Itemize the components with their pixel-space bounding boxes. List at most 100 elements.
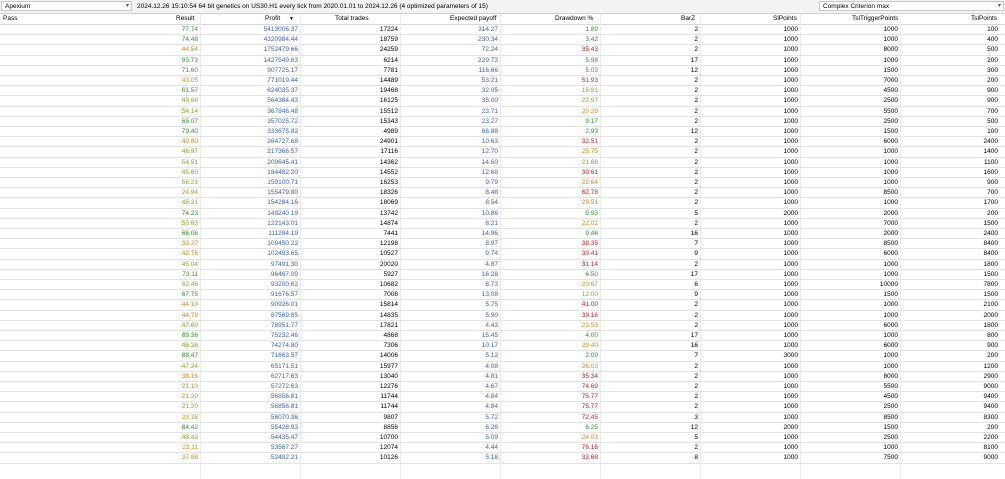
cell-slpoints: 1000 <box>783 250 798 258</box>
table-row[interactable]: 22.11 53567.27 12074 4.44 76.16 2 1000 1000 8100 <box>0 443 1005 454</box>
cell-slpoints: 1000 <box>783 434 798 441</box>
table-row[interactable]: 21.10 57272.63 12276 4.67 74.69 2 1000 5500 9000 <box>0 382 1005 393</box>
column-header-barz[interactable]: BarZ <box>681 14 695 24</box>
table-row[interactable]: 45.04 97491.30 20020 4.87 31.14 2 1000 1000 1800 <box>0 260 1005 270</box>
table-row[interactable]: 74.23 149240.19 13742 10.86 9.93 5 2000 2000 200 <box>0 209 1005 219</box>
cell-slpoints: 2000 <box>783 209 798 217</box>
table-row[interactable]: 37.98 52492.21 10126 5.18 33.68 8 1000 7500 9000 <box>0 453 1005 464</box>
table-row[interactable]: 88.47 71663.57 14006 5.12 2.09 7 3000 1000 200 <box>0 351 1005 362</box>
table-row[interactable]: 77.74 5413006.37 17224 314.27 1.89 2 1000 1000 1… <box>0 25 1005 36</box>
expert-select[interactable]: Apexium ▾ <box>1 1 132 11</box>
table-row[interactable]: 43.05 771019.44 14489 53.21 51.93 2 1000 7000 20… <box>0 76 1005 87</box>
table-row[interactable]: 45.60 184482.20 14552 12.68 30.61 2 1000 1000 16… <box>0 168 1005 178</box>
column-header-result[interactable]: Result <box>176 14 194 24</box>
cell-drawdown: 9.17 <box>585 117 598 125</box>
cell-profit: 1752479.66 <box>263 46 298 54</box>
results-table-body: 77.74 5413006.37 17224 314.27 1.89 2 1000 1000 1… <box>0 25 1005 479</box>
table-row[interactable]: 71.60 907725.17 7781 116.66 5.03 12 1000 1500 30… <box>0 66 1005 76</box>
table-row[interactable]: 46.97 217366.57 17116 12.70 25.75 2 1000 1000 14… <box>0 147 1005 158</box>
chevron-down-icon: ▾ <box>997 3 1001 9</box>
table-row[interactable]: 45.31 154284.16 18069 8.54 29.51 2 1000 1000 170… <box>0 198 1005 209</box>
table-row[interactable]: 44.79 87569.85 14835 5.90 39.16 2 1000 1000 2000 <box>0 311 1005 321</box>
column-header-expected-payoff[interactable]: Expected payoff <box>450 14 497 24</box>
table-row[interactable]: 47.60 78951.77 17821 4.43 23.53 2 1000 6000 1800 <box>0 321 1005 331</box>
cell-tslpoints: 200 <box>987 56 998 64</box>
cell-barz: 2 <box>694 301 698 309</box>
table-row[interactable]: 61.57 624035.37 19468 32.05 15.81 2 1000 4500 90… <box>0 86 1005 97</box>
cell-expected-payoff: 8.97 <box>485 240 498 248</box>
cell-tsltriggerpoints: 1500 <box>883 128 898 135</box>
column-header-pass[interactable]: Pass <box>3 14 17 24</box>
cell-result: 24.94 <box>181 189 198 197</box>
cell-result: 49.66 <box>181 97 198 105</box>
table-row[interactable]: 42.76 102493.65 10527 9.74 30.41 9 1000 6000 840… <box>0 249 1005 260</box>
cell-drawdown: 5.03 <box>585 66 598 74</box>
table-row[interactable]: 74.48 4320984.44 18759 230.34 3.42 2 1000 1000 4… <box>0 35 1005 46</box>
table-row[interactable]: 48.42 54435.47 10700 5.09 24.03 5 1000 2500 2200 <box>0 433 1005 444</box>
table-row[interactable]: 84.42 55428.93 8856 6.26 6.25 12 2000 1500 200 <box>0 423 1005 433</box>
column-header-profit[interactable]: Profit <box>265 14 280 24</box>
table-row[interactable]: 46.28 74274.80 7306 10.17 29.40 16 1000 6000 900 <box>0 341 1005 352</box>
cell-expected-payoff: 12.68 <box>481 168 498 176</box>
cell-barz: 2 <box>694 403 698 411</box>
cell-expected-payoff: 5.18 <box>485 454 498 462</box>
table-row[interactable]: 38.16 62717.63 13040 4.81 35.34 2 1000 8000 2900 <box>0 372 1005 382</box>
cell-drawdown: 22.97 <box>581 97 598 105</box>
cell-total-trades: 4989 <box>383 128 398 135</box>
table-row[interactable]: 33.27 109450.22 12198 8.97 38.35 7 1000 8500 840… <box>0 239 1005 250</box>
cell-tsltriggerpoints: 4500 <box>883 87 898 95</box>
table-row[interactable]: 50.63 122143.01 14874 8.21 22.02 2 1000 7000 150… <box>0 219 1005 229</box>
column-header-total-trades[interactable]: Total trades <box>335 14 369 24</box>
table-row[interactable]: 67.75 91676.57 7008 13.08 12.00 9 1000 1500 1500 <box>0 290 1005 301</box>
cell-barz: 12 <box>690 128 698 135</box>
table-row[interactable]: 47.24 65171.51 15977 4.08 26.03 2 1000 1000 1200 <box>0 362 1005 372</box>
table-row[interactable]: 89.36 75232.46 4868 15.45 4.00 17 1000 1000 800 <box>0 331 1005 342</box>
table-row[interactable]: 79.40 333675.82 4989 66.88 2.93 12 1000 1500 100 <box>0 127 1005 138</box>
cell-barz: 16 <box>690 230 698 237</box>
cell-drawdown: 39.16 <box>581 311 598 319</box>
cell-tsltriggerpoints: 1000 <box>883 311 898 319</box>
table-row[interactable]: 49.66 564384.43 16125 35.00 22.97 2 1000 2500 90… <box>0 96 1005 107</box>
table-row[interactable]: 44.54 1752479.66 24259 72.24 35.43 2 1000 8000 5… <box>0 45 1005 56</box>
table-row[interactable]: 23.78 56070.36 9807 5.72 72.45 3 1000 8500 8300 <box>0 413 1005 423</box>
cell-result: 61.57 <box>181 87 198 95</box>
table-row[interactable]: 65.07 357025.72 15343 23.27 9.17 2 1000 2500 500 <box>0 117 1005 127</box>
cell-tsltriggerpoints: 7500 <box>883 454 898 462</box>
cell-tsltriggerpoints: 2500 <box>883 117 898 125</box>
column-header-drawdown[interactable]: Drawdown % <box>555 14 593 24</box>
table-row[interactable]: 54.51 209645.41 14362 14.60 21.68 2 1000 1000 11… <box>0 158 1005 168</box>
table-row[interactable]: 40.80 264727.68 24901 10.63 32.51 2 1000 6000 24… <box>0 137 1005 148</box>
table-row[interactable]: 24.94 155479.80 18326 8.48 62.78 2 1000 8500 700 <box>0 188 1005 199</box>
table-row[interactable]: 56.21 159100.71 16253 9.79 22.64 2 1000 1000 900 <box>0 178 1005 189</box>
table-row[interactable]: 21.20 56856.81 11744 4.84 75.77 2 1000 4500 9400 <box>0 392 1005 403</box>
cell-profit: 149240.19 <box>267 209 298 217</box>
cell-barz: 2 <box>694 199 698 207</box>
table-row[interactable]: 93.73 1427549.63 6214 229.73 5.98 17 1000 1000 2… <box>0 56 1005 66</box>
cell-tslpoints: 200 <box>987 352 998 360</box>
cell-profit: 155479.80 <box>267 189 298 197</box>
column-header-tsltriggerpoints[interactable]: TslTriggerPoints <box>852 14 898 24</box>
cell-tsltriggerpoints: 1000 <box>883 301 898 309</box>
cell-drawdown: 30.41 <box>581 250 598 258</box>
table-row[interactable]: 73.11 96467.09 5927 16.28 6.50 17 1000 1000 1500 <box>0 270 1005 280</box>
table-row[interactable]: 52.46 93200.62 10682 8.73 20.67 6 1000 10000 780… <box>0 280 1005 291</box>
cell-total-trades: 10527 <box>379 250 398 258</box>
cell-profit: 771019.44 <box>267 77 298 84</box>
cell-expected-payoff: 5.09 <box>485 434 498 441</box>
table-row[interactable]: 54.14 367846.48 15512 23.71 20.29 2 1000 5500 70… <box>0 107 1005 117</box>
cell-drawdown: 74.69 <box>581 383 598 390</box>
column-header-slpoints[interactable]: SlPoints <box>773 14 797 24</box>
cell-profit: 357025.72 <box>267 117 298 125</box>
table-row[interactable]: 21.20 56856.81 11744 4.84 75.77 2 1000 2500 9400 <box>0 402 1005 413</box>
cell-result: 40.80 <box>181 138 198 146</box>
cell-barz: 2 <box>694 393 698 401</box>
table-row[interactable]: 66.06 111284.19 7441 14.96 9.46 16 1000 2000 240… <box>0 229 1005 240</box>
criterion-select[interactable]: Complex Criterion max ▾ <box>819 1 1004 11</box>
cell-total-trades: 13742 <box>379 209 398 217</box>
cell-slpoints: 1000 <box>783 168 798 176</box>
cell-tsltriggerpoints: 1000 <box>883 260 898 268</box>
column-header-tslpoints[interactable]: TslPoints <box>971 14 997 24</box>
table-row[interactable]: 44.10 90926.01 15814 5.75 41.00 2 1000 1000 2100 <box>0 300 1005 311</box>
cell-tsltriggerpoints: 1000 <box>883 148 898 156</box>
cell-barz: 5 <box>694 434 698 441</box>
